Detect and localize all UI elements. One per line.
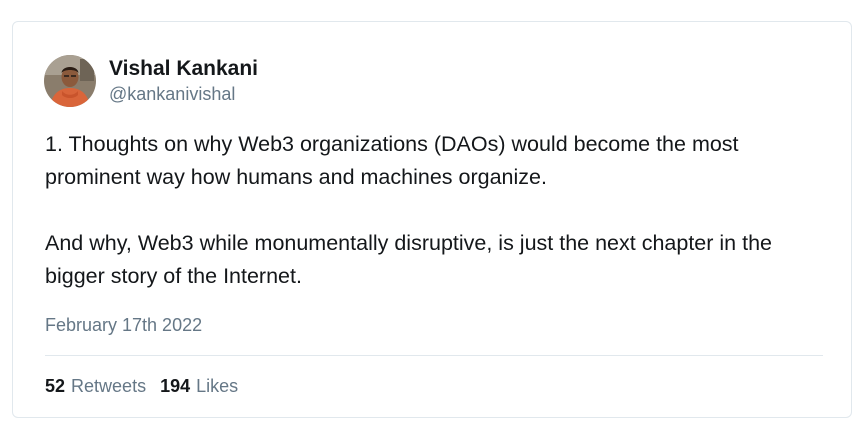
- retweets-label: Retweets: [71, 376, 147, 396]
- author-row[interactable]: Vishal Kankani @kankanivishal: [44, 55, 258, 107]
- author-info: Vishal Kankani @kankanivishal: [109, 56, 258, 106]
- author-handle[interactable]: @kankanivishal: [109, 82, 258, 106]
- likes-count: 194: [160, 376, 191, 396]
- retweets-count: 52: [45, 376, 66, 396]
- tweet-text: 1. Thoughts on why Web3 organizations (D…: [45, 128, 835, 293]
- divider: [45, 355, 823, 356]
- tweet-card: Vishal Kankani @kankanivishal 1. Thought…: [12, 21, 852, 418]
- tweet-paragraph: 1. Thoughts on why Web3 organizations (D…: [45, 132, 739, 189]
- retweets-stat[interactable]: 52 Retweets: [45, 374, 146, 398]
- engagement-stats: 52 Retweets 194 Likes: [45, 374, 238, 398]
- likes-stat[interactable]: 194 Likes: [160, 374, 238, 398]
- tweet-timestamp[interactable]: February 17th 2022: [45, 313, 202, 337]
- author-display-name[interactable]: Vishal Kankani: [109, 56, 258, 82]
- avatar-photo-icon: [44, 55, 96, 107]
- tweet-paragraph: And why, Web3 while monumentally disrupt…: [45, 231, 772, 288]
- avatar[interactable]: [44, 55, 96, 107]
- likes-label: Likes: [196, 376, 239, 396]
